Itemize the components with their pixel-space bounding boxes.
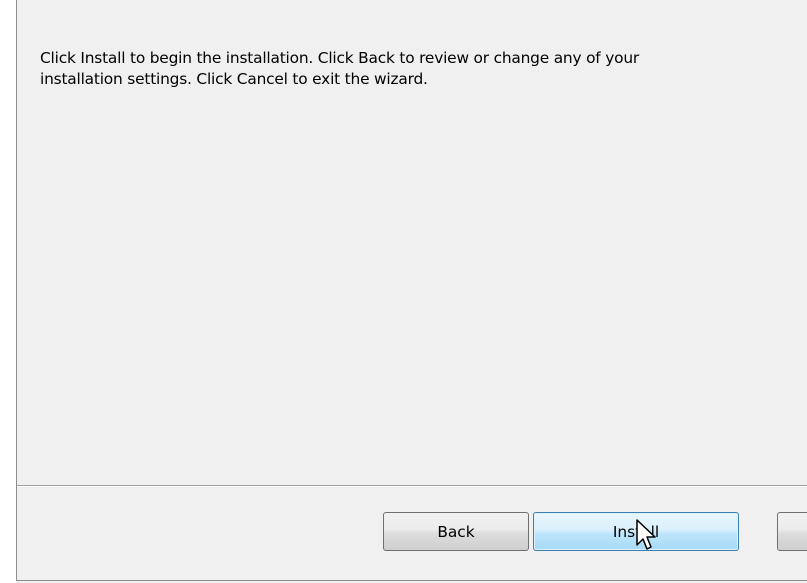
install-button[interactable]: Install xyxy=(533,512,739,551)
installer-dialog: Click Install to begin the installation.… xyxy=(16,0,807,581)
back-button[interactable]: Back xyxy=(383,512,529,551)
button-separator xyxy=(17,485,807,487)
instruction-text: Click Install to begin the installation.… xyxy=(40,48,807,90)
back-button-label: Back xyxy=(437,522,475,541)
installer-screen: Click Install to begin the installation.… xyxy=(0,0,807,583)
install-button-label: Install xyxy=(612,522,660,541)
background-edge xyxy=(0,0,16,583)
instruction-line-1: Click Install to begin the installation.… xyxy=(40,49,640,67)
instruction-line-2: installation settings. Click Cancel to e… xyxy=(40,70,428,88)
cancel-button[interactable] xyxy=(777,512,807,551)
